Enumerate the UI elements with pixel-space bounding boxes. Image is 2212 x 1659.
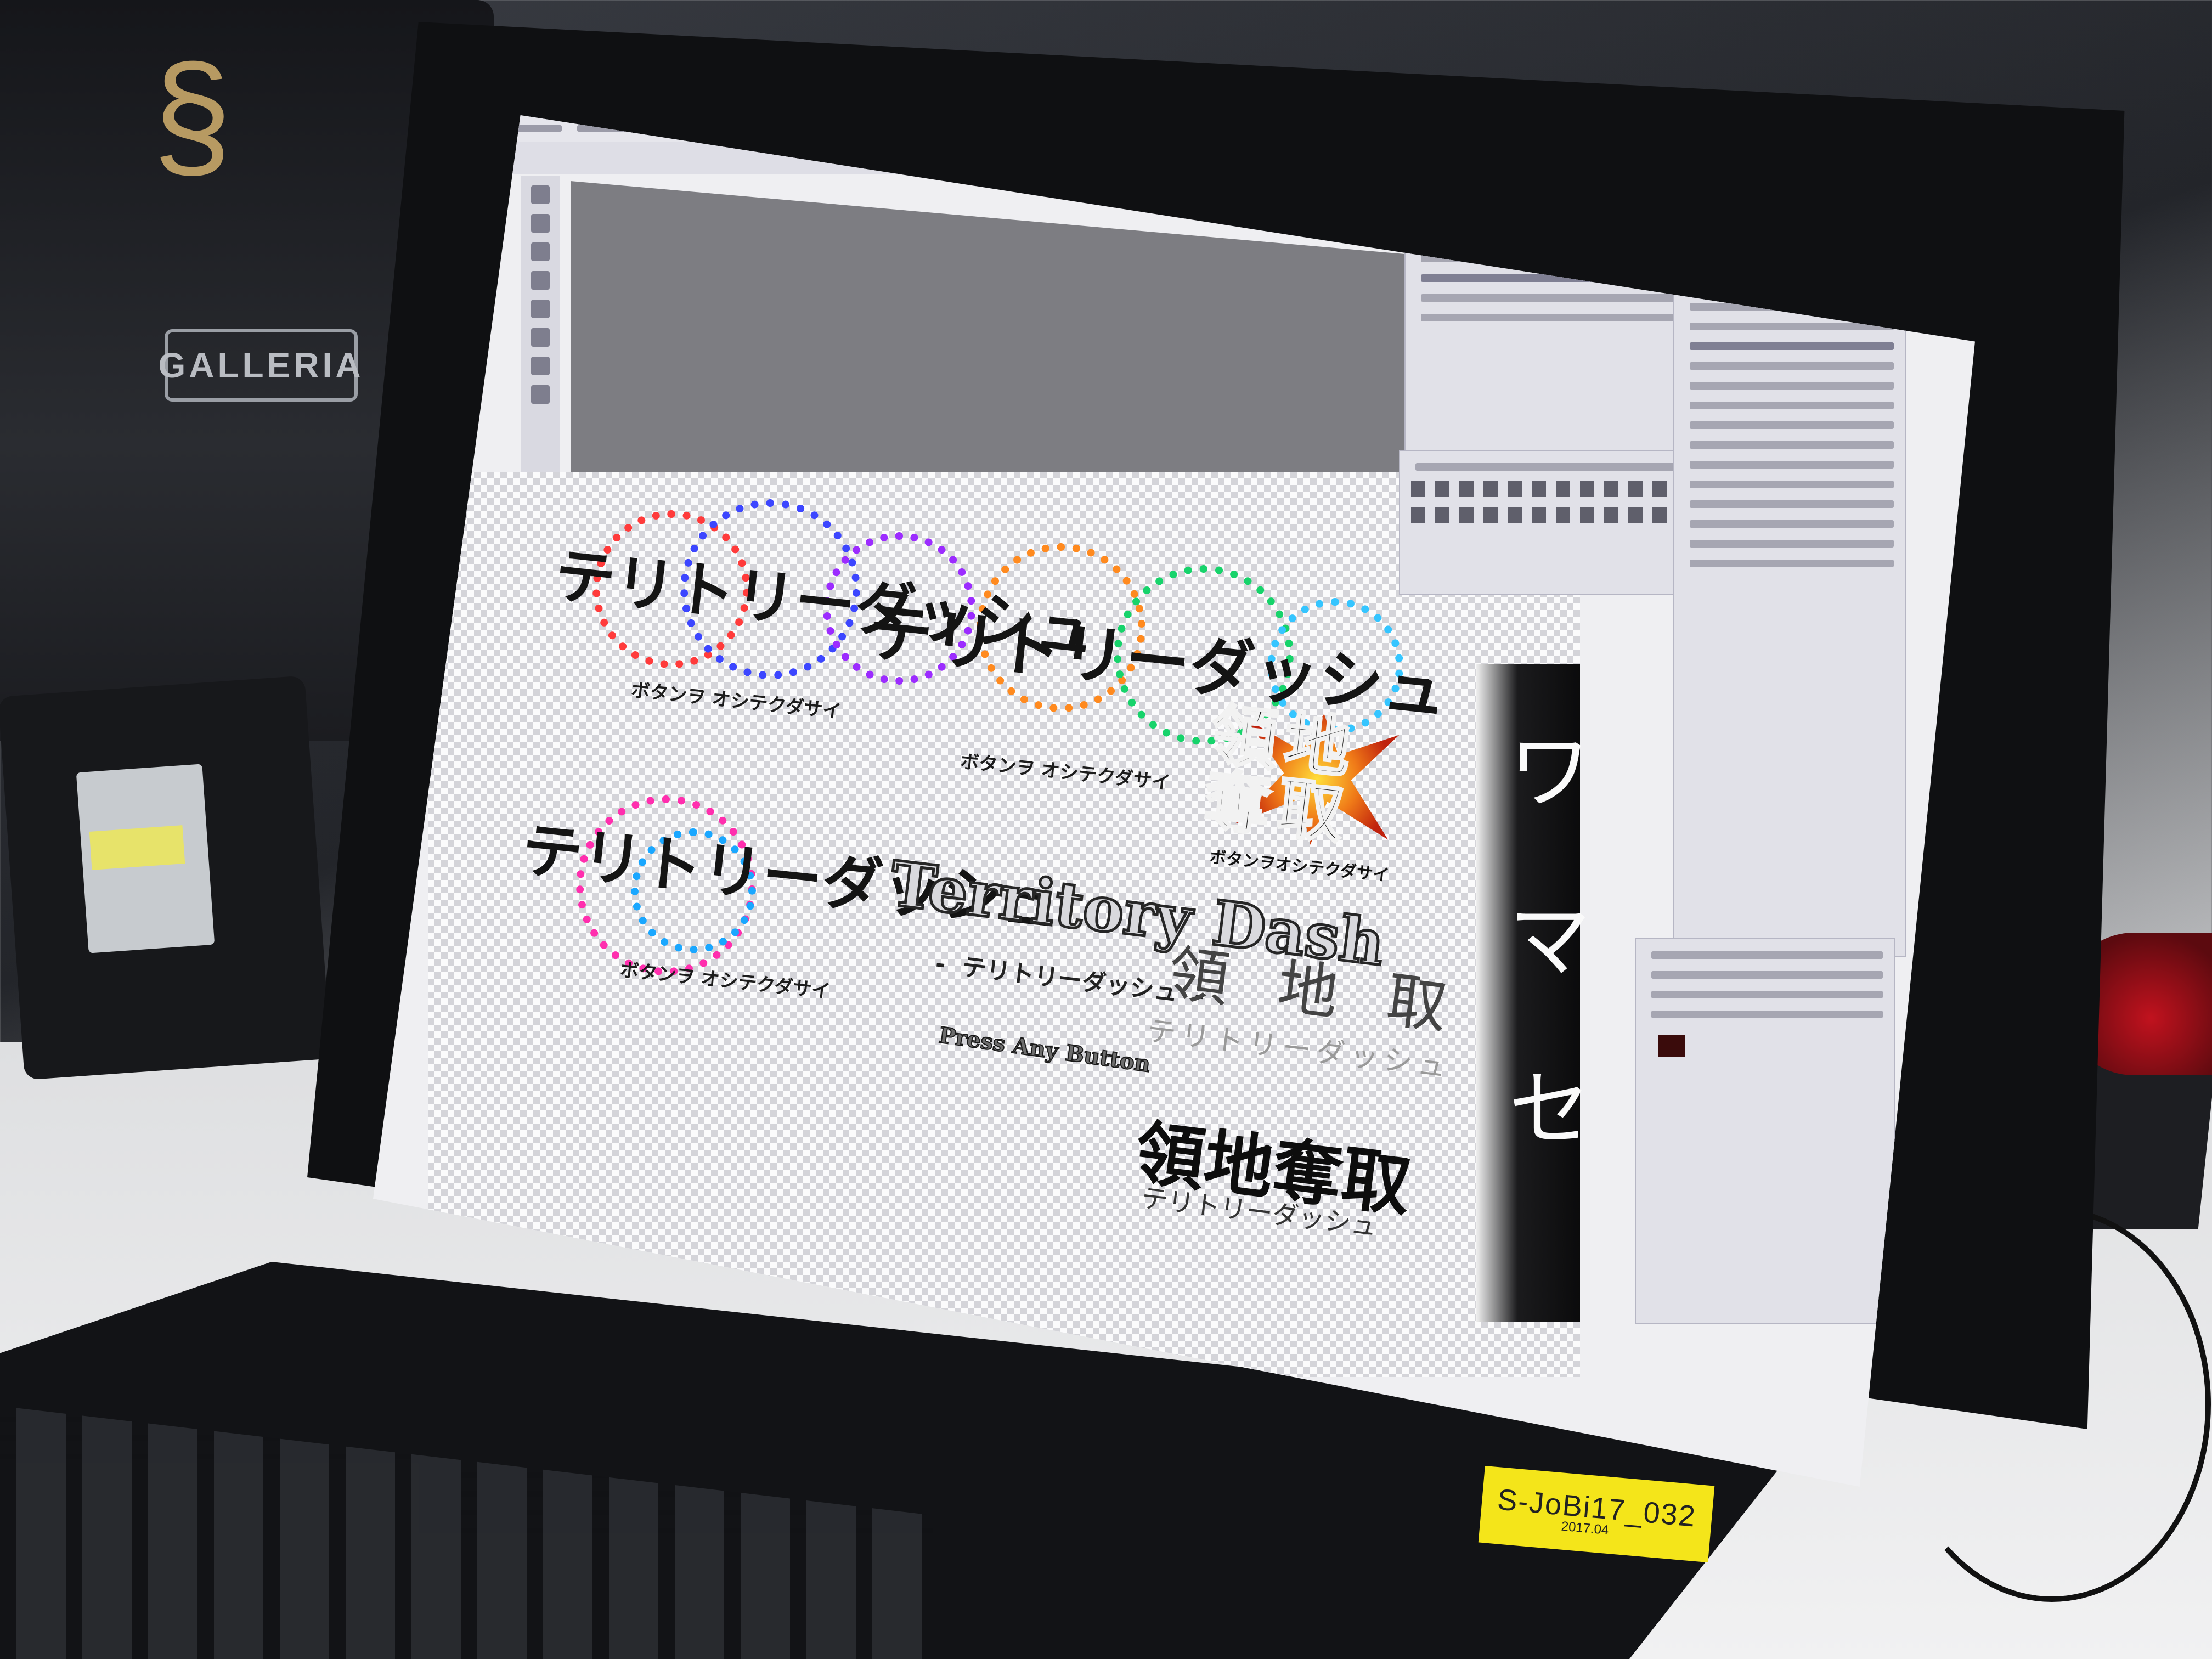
- layer-row[interactable]: [1690, 461, 1894, 469]
- eraser-tool-icon[interactable]: [531, 271, 550, 290]
- panel-row[interactable]: [1421, 314, 1680, 321]
- layer-row-selected[interactable]: [1690, 342, 1894, 350]
- color-swatch[interactable]: [1658, 1035, 1685, 1057]
- vertical-char: セ: [1509, 1062, 1592, 1158]
- vertical-char: ワ: [1509, 725, 1592, 820]
- snake-logo-icon: §: [152, 36, 232, 195]
- layer-row[interactable]: [1690, 481, 1894, 488]
- emblem-kanji: 領地奪取: [1200, 696, 1363, 855]
- panel-row: [1651, 951, 1883, 959]
- adapter-sticker: [89, 825, 185, 870]
- layer-row[interactable]: [1690, 362, 1894, 370]
- color-swatch-icon[interactable]: [531, 385, 550, 404]
- panel-row[interactable]: [1651, 1011, 1883, 1018]
- panel-row: [1415, 463, 1674, 471]
- brand-label: GALLERIA: [158, 329, 361, 402]
- hand-tool-icon[interactable]: [531, 328, 550, 347]
- properties-panel: [1635, 938, 1895, 1324]
- layer-row[interactable]: [1690, 500, 1894, 508]
- layer-row[interactable]: [1690, 382, 1894, 390]
- vertical-title-art: ワ マ セ: [1476, 664, 1592, 1322]
- emblem-logo: 領地奪取 ボタンヲオシテクダサイ: [1188, 690, 1440, 885]
- move-tool-icon[interactable]: [531, 185, 550, 204]
- select-tool-icon[interactable]: [531, 214, 550, 233]
- layer-row[interactable]: [1690, 560, 1894, 567]
- layer-row[interactable]: [1690, 441, 1894, 449]
- brush-tool-icon[interactable]: [531, 242, 550, 261]
- panel-row[interactable]: [1651, 971, 1883, 979]
- panel-row[interactable]: [1421, 294, 1680, 302]
- adjustment-icons[interactable]: [1411, 507, 1674, 523]
- layers-panel: [1673, 263, 1906, 957]
- panel-row[interactable]: [1651, 991, 1883, 998]
- text-tool-icon[interactable]: [531, 300, 550, 318]
- zoom-tool-icon[interactable]: [531, 357, 550, 375]
- adjustments-panel: [1399, 450, 1686, 595]
- layer-row[interactable]: [1690, 540, 1894, 548]
- layer-row[interactable]: [1690, 520, 1894, 528]
- layer-row[interactable]: [1690, 402, 1894, 409]
- adjustment-icons[interactable]: [1411, 481, 1674, 497]
- vertical-char: マ: [1509, 893, 1592, 989]
- layer-row[interactable]: [1690, 421, 1894, 429]
